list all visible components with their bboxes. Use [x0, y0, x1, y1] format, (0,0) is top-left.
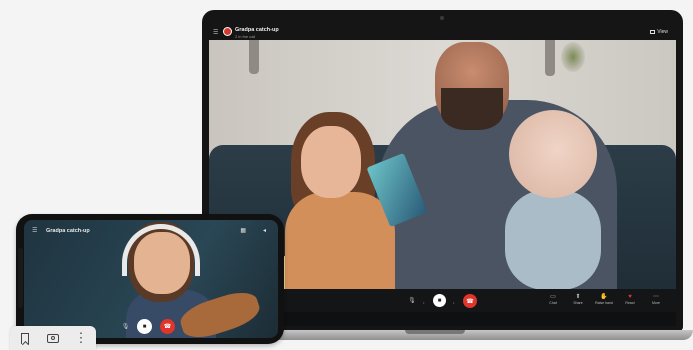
- phone-meeting-title: Gradpa catch-up: [46, 228, 90, 234]
- chat-button[interactable]: ▭ Chat: [542, 293, 564, 305]
- video-father-beard: [441, 88, 503, 130]
- more-vertical-icon: ⋮: [74, 330, 88, 345]
- grid-view-icon[interactable]: ▦: [240, 227, 246, 234]
- meeting-subtitle: 2 in the call: [235, 34, 256, 39]
- bookmark-button[interactable]: [16, 329, 34, 347]
- hand-icon: ✋: [600, 294, 608, 300]
- raise-hand-label: Raise hand: [595, 301, 613, 305]
- phone-call-header: ☰ Gradpa catch-up ▦ ◂: [32, 226, 272, 238]
- laptop-notch: [405, 330, 465, 334]
- end-call-button[interactable]: ☎: [463, 294, 477, 308]
- video-camera-icon: ■: [437, 297, 442, 304]
- screenshot-button[interactable]: [44, 329, 62, 347]
- video-wall-hook: [249, 40, 259, 74]
- phone-camera-button[interactable]: ■: [137, 319, 152, 334]
- share-icon: ⬆: [575, 294, 581, 300]
- menu-icon[interactable]: ☰: [213, 29, 218, 36]
- end-call-icon: ☎: [163, 324, 172, 330]
- chat-icon: ▭: [550, 294, 556, 300]
- separator-dot: •: [453, 300, 455, 305]
- share-label: Share: [573, 301, 583, 305]
- more-label: More: [652, 301, 660, 305]
- video-girl-face: [301, 126, 361, 198]
- meeting-avatar: [223, 27, 232, 36]
- share-button[interactable]: ⬆ Share: [567, 293, 589, 305]
- call-header: ☰ Gradpa catch-up 2 in the call View: [209, 24, 676, 40]
- microphone-icon: 🎙: [408, 297, 416, 304]
- video-baby-head: [509, 110, 597, 198]
- grid-view-icon: [650, 30, 656, 34]
- more-options-button[interactable]: ⋮: [72, 329, 90, 347]
- react-button[interactable]: ♥ React: [619, 293, 641, 305]
- laptop-webcam: [440, 16, 444, 20]
- phone-side-notch: [18, 248, 23, 308]
- chat-label: Chat: [549, 301, 557, 305]
- phone-microphone-button[interactable]: 🎙: [120, 321, 131, 332]
- more-horizontal-icon: ⋯: [653, 294, 659, 300]
- microphone-button[interactable]: 🎙: [407, 295, 417, 305]
- video-camera-icon: ■: [142, 323, 147, 330]
- phone-end-call-button[interactable]: ☎: [160, 319, 175, 334]
- meeting-title: Gradpa catch-up: [235, 27, 279, 33]
- video-person-girl: [285, 192, 395, 289]
- heart-icon: ♥: [628, 294, 632, 300]
- menu-icon[interactable]: ☰: [32, 227, 37, 234]
- overlay-toolbar: ⋮: [10, 326, 96, 350]
- bookmark-icon: [21, 332, 29, 344]
- video-plant: [561, 42, 585, 72]
- camera-button[interactable]: ■: [433, 294, 446, 307]
- view-button[interactable]: View: [650, 29, 668, 35]
- camera-icon: [47, 333, 59, 343]
- speaker-icon[interactable]: ◂: [263, 227, 266, 234]
- video-person-baby: [505, 190, 601, 289]
- react-label: React: [625, 301, 635, 305]
- end-call-icon: ☎: [466, 298, 474, 305]
- video-wall-hook: [545, 40, 555, 76]
- separator-dot: •: [423, 300, 425, 305]
- raise-hand-button[interactable]: ✋ Raise hand: [593, 293, 615, 305]
- microphone-icon: 🎙: [121, 324, 130, 330]
- more-button[interactable]: ⋯ More: [645, 293, 667, 305]
- view-label: View: [657, 29, 668, 35]
